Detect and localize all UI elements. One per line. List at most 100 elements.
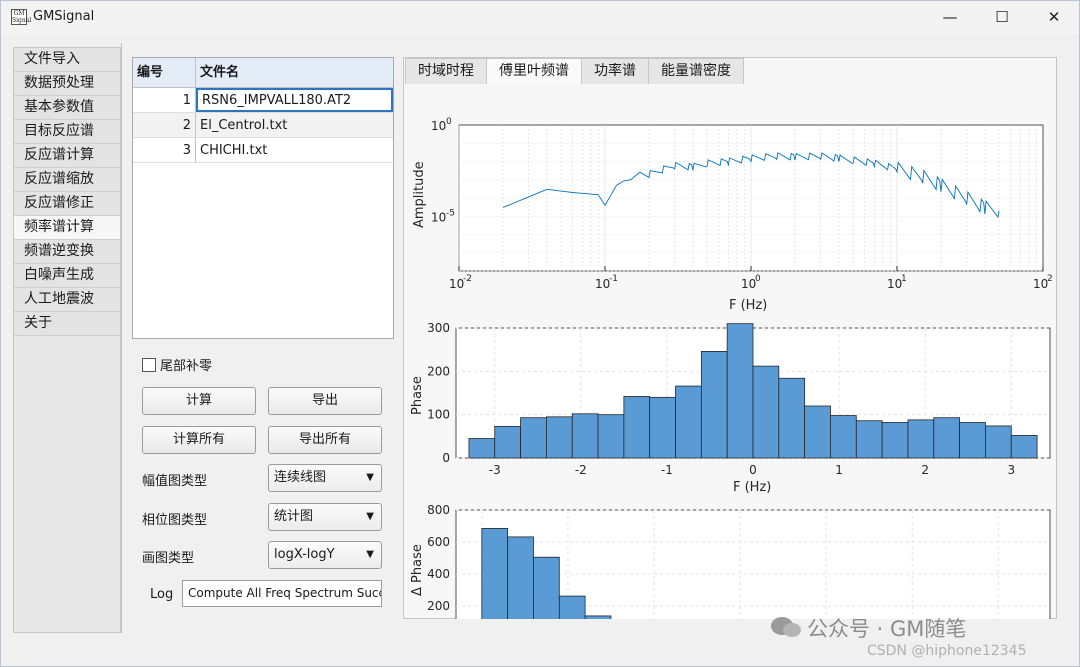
histogram-bar xyxy=(804,405,831,459)
tab[interactable]: 能量谱密度 xyxy=(648,58,744,84)
y-axis-label: Phase xyxy=(410,376,425,415)
histogram-bar xyxy=(933,417,961,459)
y-tick-label: 10 xyxy=(431,119,446,133)
y-axis-label: Amplitude xyxy=(412,161,427,228)
watermark-text: 公众号 · GM随笔 xyxy=(807,617,967,641)
app-title: GMSignal xyxy=(33,9,95,24)
sidebar-item[interactable]: 反应谱计算 xyxy=(14,144,120,168)
file-panel: 编号 文件名 1 RSN6_IMPVALL180.AT2 2 El_Centrol.t… xyxy=(121,43,397,633)
y-tick-label: 300 xyxy=(427,321,450,335)
x-tick-exponent: -2 xyxy=(463,274,472,284)
histogram-bar xyxy=(726,323,754,459)
sidebar-item[interactable]: 基本参数值 xyxy=(14,96,120,120)
histogram-bar xyxy=(959,422,986,459)
histogram-bar xyxy=(507,536,534,619)
x-tick-exponent: 2 xyxy=(1047,274,1053,284)
histogram-bar xyxy=(545,416,573,459)
plot-type-value: logX-logY xyxy=(274,547,335,562)
sidebar-item[interactable]: 文件导入 xyxy=(14,48,120,72)
phase-type-select[interactable]: 统计图 ▼ xyxy=(268,503,382,531)
sidebar-item[interactable]: 白噪声生成 xyxy=(14,264,120,288)
x-tick-label: 10 xyxy=(741,277,756,291)
chevron-down-icon: ▼ xyxy=(366,511,374,522)
y-tick-label: 200 xyxy=(427,364,450,378)
export-button[interactable]: 导出 xyxy=(268,387,382,415)
amp-type-select[interactable]: 连续线图 ▼ xyxy=(268,464,382,492)
histogram-bar xyxy=(675,385,702,459)
y-tick-label: 0 xyxy=(442,451,450,465)
phase-type-value: 统计图 xyxy=(274,509,314,524)
sidebar-item[interactable]: 反应谱缩放 xyxy=(14,168,120,192)
client-area: 文件导入 数据预处理 基本参数值 目标反应谱 反应谱计算 反应谱缩放 反应谱修正 频率谱计算频… xyxy=(5,37,1075,641)
histogram-bar xyxy=(985,425,1012,459)
x-tick-label: -2 xyxy=(575,463,587,477)
file-table: 编号 文件名 1 RSN6_IMPVALL180.AT2 2 El_Centrol.t… xyxy=(132,57,394,339)
x-tick-exponent: 1 xyxy=(901,274,907,284)
header-num[interactable]: 编号 xyxy=(133,58,196,87)
histogram-bar xyxy=(533,556,560,619)
y-tick-label: 200 xyxy=(427,599,450,613)
title-bar: GM Signal GMSignal — ☐ ✕ xyxy=(1,1,1079,35)
sidebar-item[interactable]: 数据预处理 xyxy=(14,72,120,96)
sidebar-item[interactable]: 目标反应谱 xyxy=(14,120,120,144)
compute-button[interactable]: 计算 xyxy=(142,387,256,415)
x-tick-label: 0 xyxy=(749,463,757,477)
wechat-icon xyxy=(771,617,801,637)
row-filename: RSN6_IMPVALL180.AT2 xyxy=(196,88,393,112)
tab[interactable]: 时域时程 xyxy=(405,58,487,84)
amp-type-value: 连续线图 xyxy=(274,470,327,485)
tail-zero-checkbox[interactable]: 尾部补零 xyxy=(142,355,212,374)
sidebar-item[interactable]: 反应谱修正 xyxy=(14,192,120,216)
table-row[interactable]: 3 CHICHI.txt xyxy=(133,138,393,163)
compute-all-button[interactable]: 计算所有 xyxy=(142,426,256,454)
x-tick-exponent: -1 xyxy=(609,274,618,284)
plot-type-select[interactable]: logX-logY ▼ xyxy=(268,541,382,569)
maximize-button[interactable]: ☐ xyxy=(979,1,1025,33)
csdn-watermark: CSDN @hiphone12345 xyxy=(867,643,1027,659)
y-tick-label: 800 xyxy=(427,503,450,517)
row-num: 2 xyxy=(133,113,196,137)
histogram-bar xyxy=(571,413,599,459)
row-num: 3 xyxy=(133,138,196,162)
x-tick-exponent: 0 xyxy=(755,274,761,284)
close-button[interactable]: ✕ xyxy=(1031,1,1077,33)
tail-zero-label: 尾部补零 xyxy=(160,359,213,374)
histogram-bar xyxy=(830,415,857,459)
sidebar-item[interactable]: 频率谱计算 xyxy=(14,216,120,240)
sidebar-item[interactable]: 人工地震波 xyxy=(14,288,120,312)
x-tick-label: 1 xyxy=(835,463,843,477)
histogram-bar xyxy=(558,595,586,619)
export-all-button[interactable]: 导出所有 xyxy=(268,426,382,454)
log-label: Log xyxy=(150,587,174,602)
y-tick-exponent: -5 xyxy=(446,208,455,218)
header-name[interactable]: 文件名 xyxy=(196,58,393,87)
chevron-down-icon: ▼ xyxy=(366,472,374,483)
histogram-bar xyxy=(494,425,521,459)
plots-canvas: 10-2 10-1 100 101 10210 010 -5F (Hz)Amplitude-… xyxy=(410,117,1053,619)
table-row[interactable]: 2 El_Centrol.txt xyxy=(133,113,393,138)
row-num: 1 xyxy=(133,88,196,112)
log-field[interactable]: Compute All Freq Spectrum Succ xyxy=(182,580,382,607)
histogram-bar xyxy=(623,396,651,459)
x-tick-label: -3 xyxy=(489,463,501,477)
row-filename: CHICHI.txt xyxy=(200,143,268,158)
y-tick-label: 600 xyxy=(427,535,450,549)
histogram-bar xyxy=(520,417,547,459)
table-header: 编号 文件名 xyxy=(133,58,393,88)
histogram-bar xyxy=(881,422,909,459)
histogram-bar xyxy=(907,419,935,459)
row-filename: El_Centrol.txt xyxy=(200,118,288,133)
histogram-bar xyxy=(649,396,676,459)
tab[interactable]: 傅里叶频谱 xyxy=(486,58,582,84)
tab[interactable]: 功率谱 xyxy=(581,58,649,84)
minimize-button[interactable]: — xyxy=(927,1,973,33)
app-window: GM Signal GMSignal — ☐ ✕ 文件导入 数据预处理 基本参数值目… xyxy=(0,0,1080,667)
sidebar-nav: 文件导入 数据预处理 基本参数值 目标反应谱 反应谱计算 反应谱缩放 反应谱修正 频率谱计算频… xyxy=(13,47,121,633)
histogram-bar xyxy=(481,527,509,619)
plot-type-label: 画图类型 xyxy=(142,551,195,566)
table-row[interactable]: 1 RSN6_IMPVALL180.AT2 xyxy=(133,88,393,113)
chevron-down-icon: ▼ xyxy=(366,549,374,560)
sidebar-item[interactable]: 频谱逆变换 xyxy=(14,240,120,264)
sidebar-item[interactable]: 关于 xyxy=(14,312,120,336)
checkbox-box[interactable] xyxy=(142,357,156,372)
